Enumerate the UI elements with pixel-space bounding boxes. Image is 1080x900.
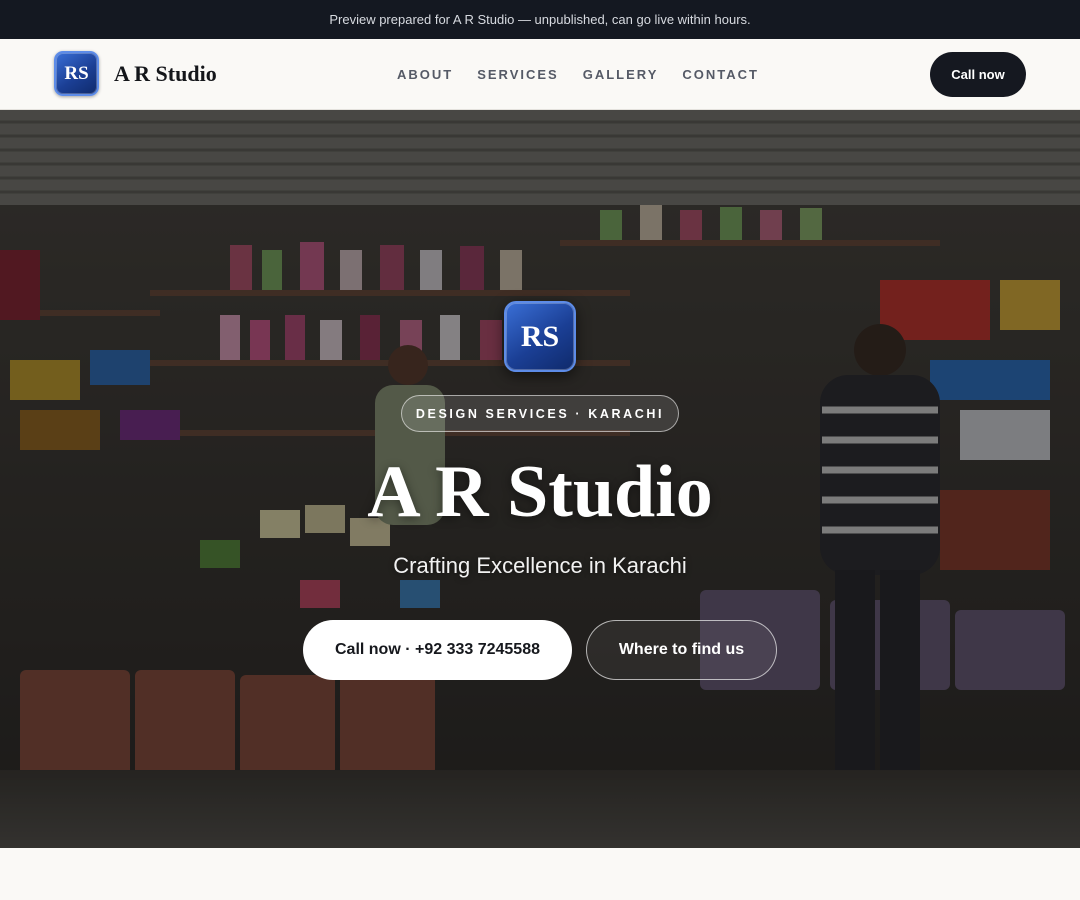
hero-title: A R Studio — [367, 451, 713, 533]
nav-link-gallery[interactable]: GALLERY — [583, 67, 659, 82]
logo-badge: RS — [54, 51, 99, 96]
nav-link-contact[interactable]: CONTACT — [682, 67, 759, 82]
brand[interactable]: RS A R Studio — [54, 51, 217, 96]
hero-section: RS DESIGN SERVICES · KARACHI A R Studio … — [0, 110, 1080, 848]
next-section — [0, 848, 1080, 900]
preview-banner-text: Preview prepared for A R Studio — unpubl… — [329, 12, 751, 27]
call-now-button[interactable]: Call now — [930, 52, 1026, 97]
call-phone-button[interactable]: Call now · +92 333 7245588 — [303, 620, 572, 680]
hero-tagline: DESIGN SERVICES · KARACHI — [401, 395, 679, 432]
nav-link-services[interactable]: SERVICES — [477, 67, 559, 82]
hero-logo-badge: RS — [504, 301, 576, 372]
find-us-button[interactable]: Where to find us — [586, 620, 777, 680]
preview-banner: Preview prepared for A R Studio — unpubl… — [0, 0, 1080, 39]
brand-name: A R Studio — [114, 60, 217, 86]
main-nav: ABOUT SERVICES GALLERY CONTACT — [397, 39, 783, 109]
hero-subtitle: Crafting Excellence in Karachi — [393, 553, 687, 578]
site-header: RS A R Studio ABOUT SERVICES GALLERY CON… — [0, 39, 1080, 110]
hero-content: RS DESIGN SERVICES · KARACHI A R Studio … — [0, 110, 1080, 848]
nav-link-about[interactable]: ABOUT — [397, 67, 453, 82]
